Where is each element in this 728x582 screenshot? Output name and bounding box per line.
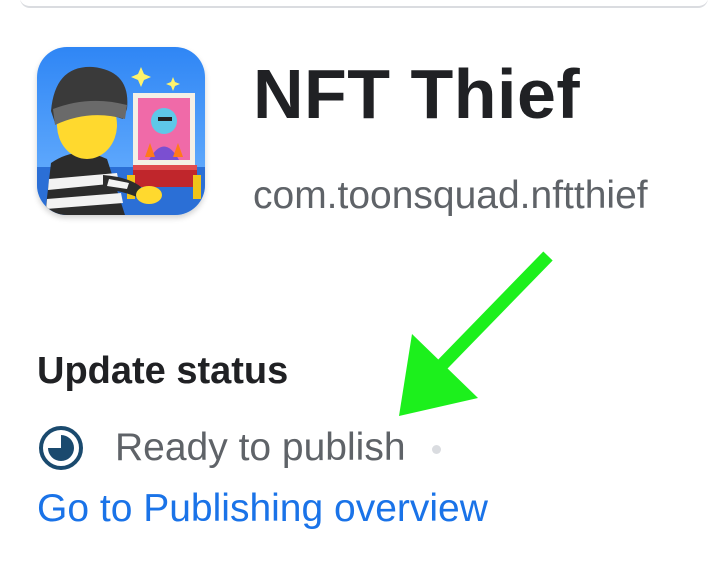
app-title: NFT Thief <box>253 55 581 133</box>
app-icon <box>37 47 205 215</box>
update-status-heading: Update status <box>37 350 289 392</box>
update-status-text: Ready to publish <box>115 426 406 469</box>
top-card-edge <box>20 0 708 8</box>
publishing-overview-link[interactable]: Go to Publishing overview <box>37 483 488 535</box>
update-status-row: Ready to publish <box>37 420 441 476</box>
app-package-name: com.toonsquad.nftthief <box>253 174 648 217</box>
nft-thief-icon-art <box>37 47 205 215</box>
pending-clock-icon <box>39 426 83 470</box>
separator-dot <box>431 444 441 454</box>
